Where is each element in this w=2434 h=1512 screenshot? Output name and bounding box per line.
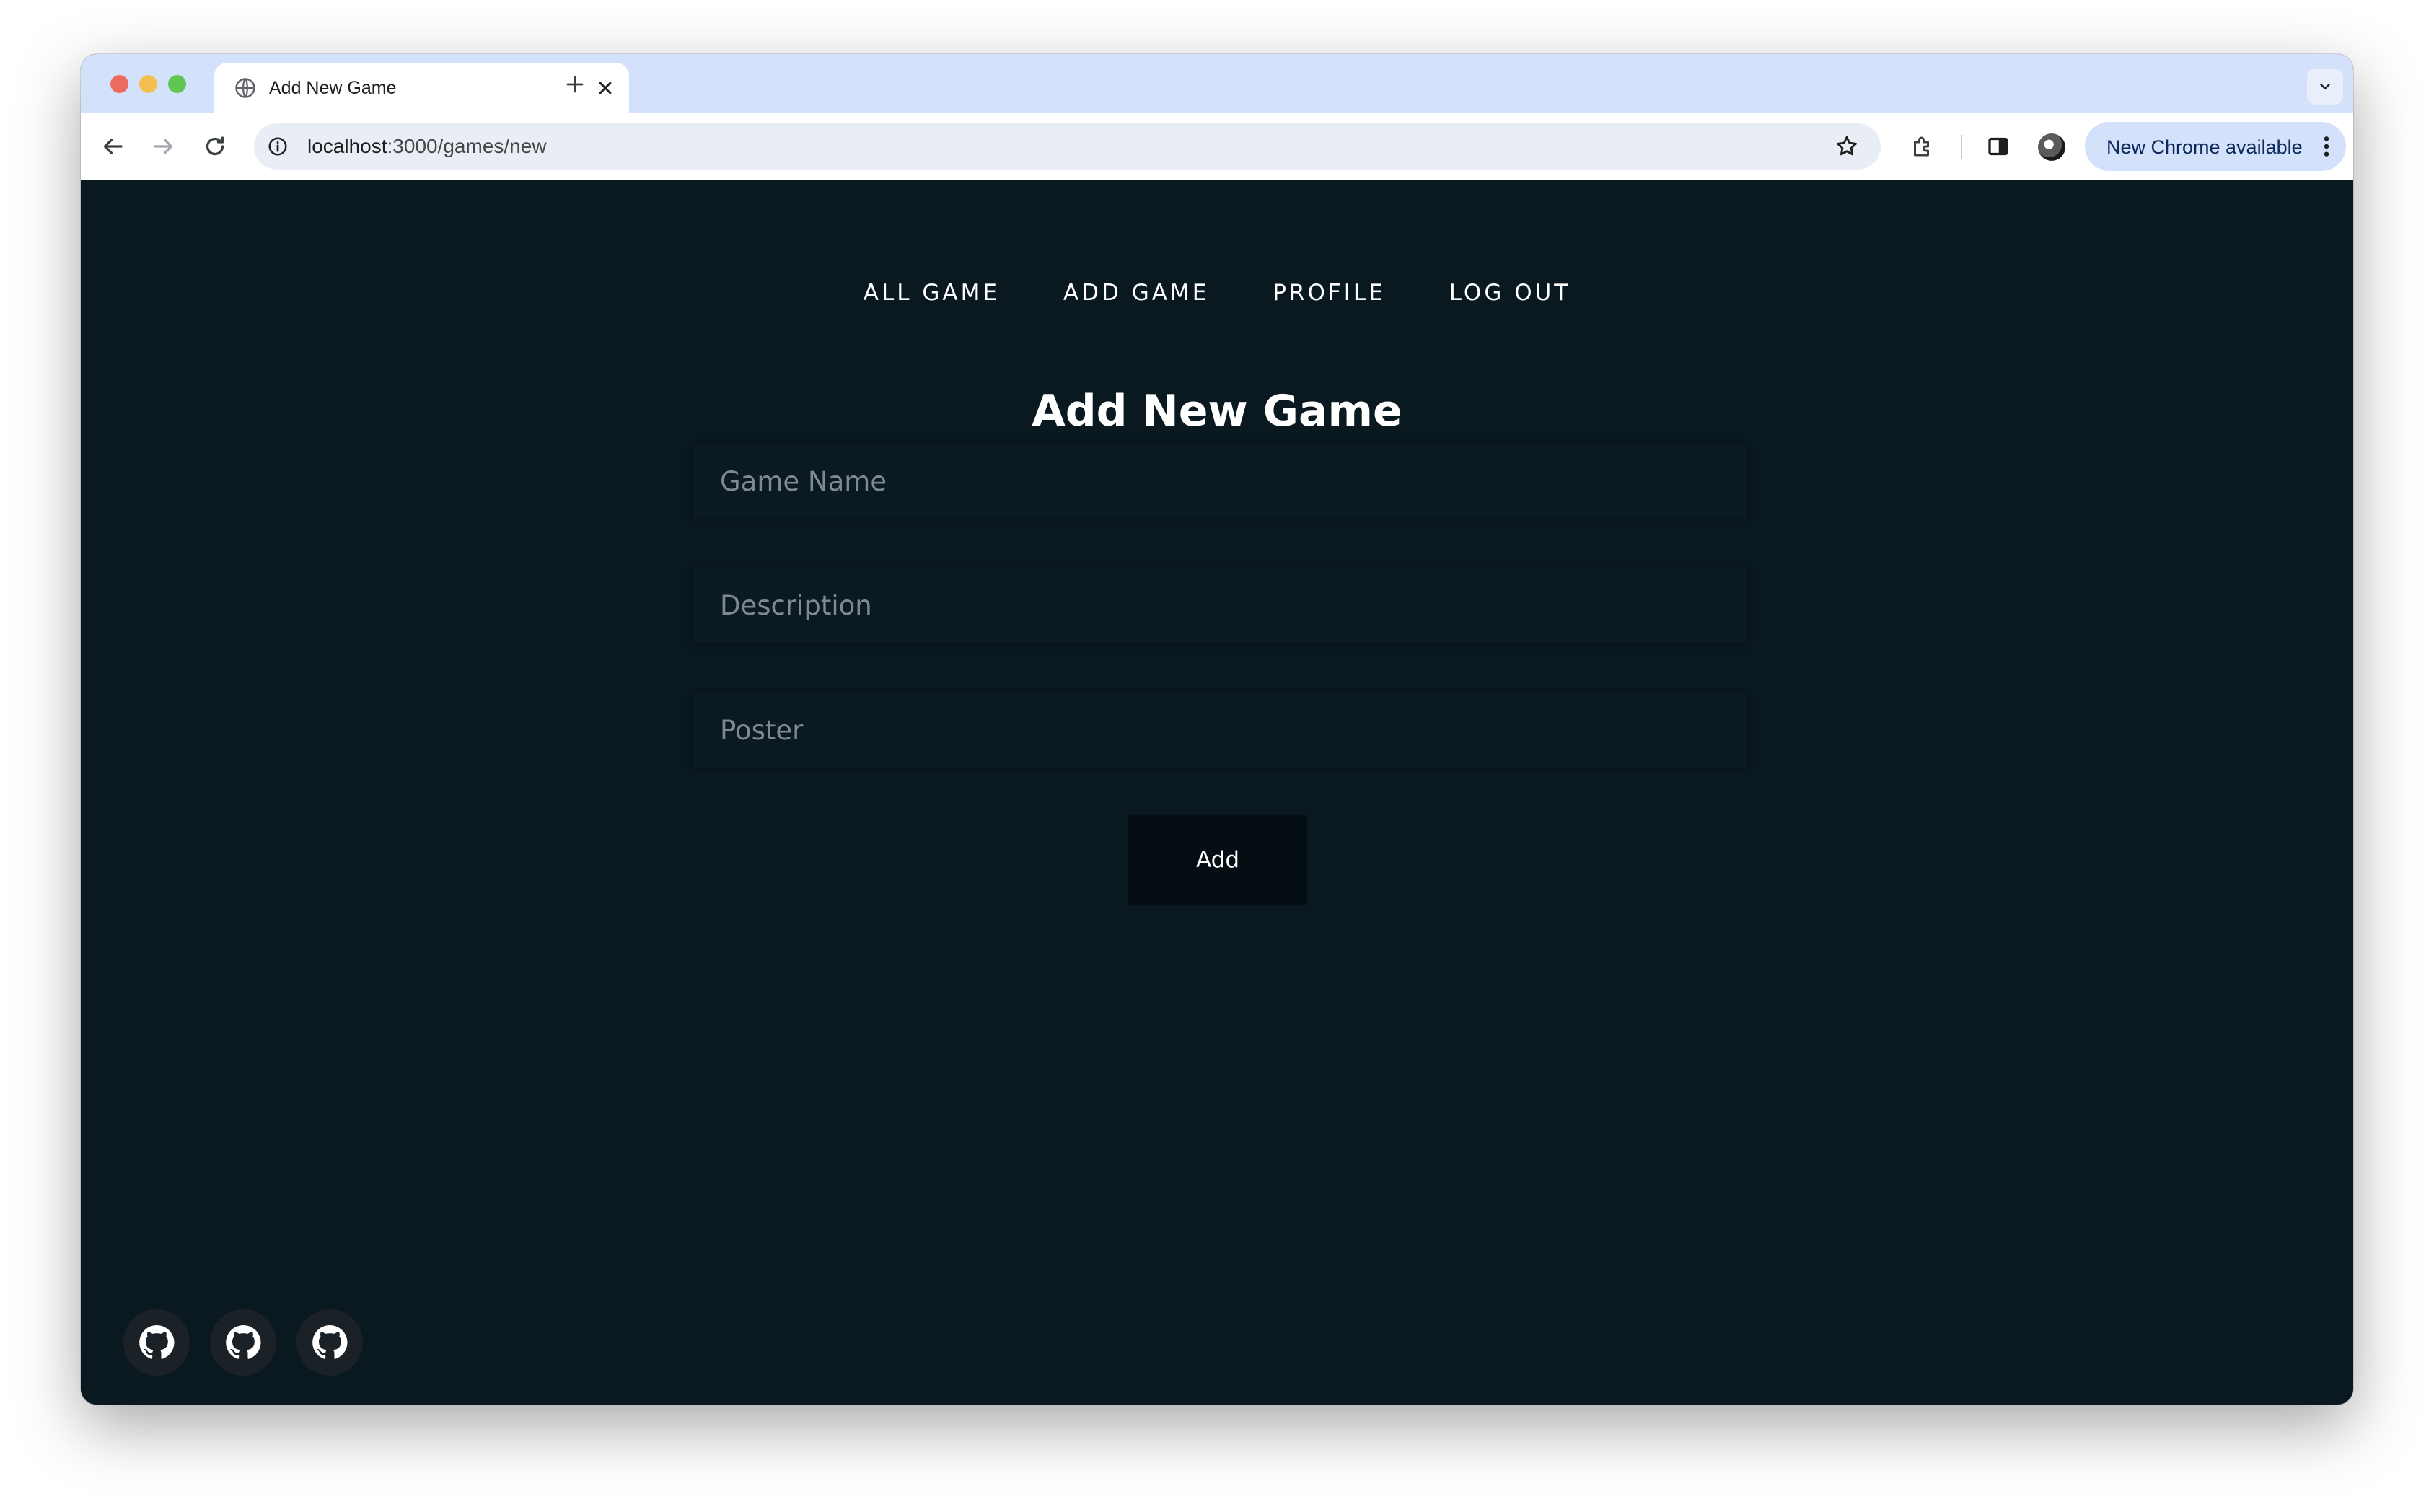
reload-icon[interactable] (202, 133, 228, 159)
maximize-window-button[interactable] (168, 75, 186, 93)
update-pill-label: New Chrome available (2106, 136, 2303, 158)
close-window-button[interactable] (110, 75, 128, 93)
github-link-1[interactable] (123, 1309, 190, 1376)
more-vertical-icon[interactable] (2323, 135, 2330, 158)
page-title: Add New Game (1032, 386, 1402, 436)
github-icon (312, 1325, 348, 1359)
github-link-2[interactable] (210, 1309, 276, 1376)
main-nav: ALL GAME ADD GAME PROFILE LOG OUT (81, 278, 2353, 307)
new-tab-icon[interactable] (564, 74, 586, 95)
back-arrow-icon[interactable] (100, 133, 126, 159)
description-input[interactable] (693, 568, 1747, 643)
tab-title: Add New Game (269, 78, 397, 98)
chevron-down-icon (2320, 84, 2330, 89)
tab-strip: Add New Game (81, 54, 2353, 113)
poster-input[interactable] (693, 693, 1747, 768)
nav-log-out[interactable]: LOG OUT (1449, 278, 1570, 307)
url-host: localhost (307, 135, 387, 157)
nav-profile[interactable]: PROFILE (1273, 278, 1385, 307)
nav-all-game[interactable]: ALL GAME (864, 278, 1000, 307)
tab-search-button[interactable] (2307, 69, 2343, 105)
minimize-window-button[interactable] (139, 75, 157, 93)
browser-window: Add New Game localhost:3000/games/new Ne… (81, 54, 2353, 1405)
address-bar[interactable]: localhost:3000/games/new (254, 123, 1881, 170)
game-name-input[interactable] (693, 444, 1747, 519)
close-tab-icon[interactable] (595, 78, 615, 98)
side-panel-icon[interactable] (1985, 133, 2011, 159)
github-icon (139, 1325, 175, 1359)
forward-arrow-icon[interactable] (151, 133, 177, 159)
new-chrome-available-button[interactable]: New Chrome available (2085, 122, 2346, 171)
site-info-icon[interactable] (267, 136, 289, 157)
page-content: ALL GAME ADD GAME PROFILE LOG OUT Add Ne… (81, 180, 2353, 1405)
browser-toolbar: localhost:3000/games/new New Chrome avai… (81, 113, 2353, 180)
github-link-3[interactable] (296, 1309, 363, 1376)
github-icon (226, 1325, 261, 1359)
extensions-puzzle-icon[interactable] (1910, 133, 1936, 159)
globe-icon (235, 78, 255, 98)
add-button[interactable]: Add (1128, 815, 1307, 905)
nav-add-game[interactable]: ADD GAME (1063, 278, 1209, 307)
url-path: :3000/games/new (387, 135, 547, 157)
profile-avatar[interactable] (2038, 133, 2065, 161)
url-text: localhost:3000/games/new (307, 135, 547, 158)
bookmark-star-icon[interactable] (1835, 134, 1859, 159)
toolbar-separator (1961, 135, 1962, 159)
